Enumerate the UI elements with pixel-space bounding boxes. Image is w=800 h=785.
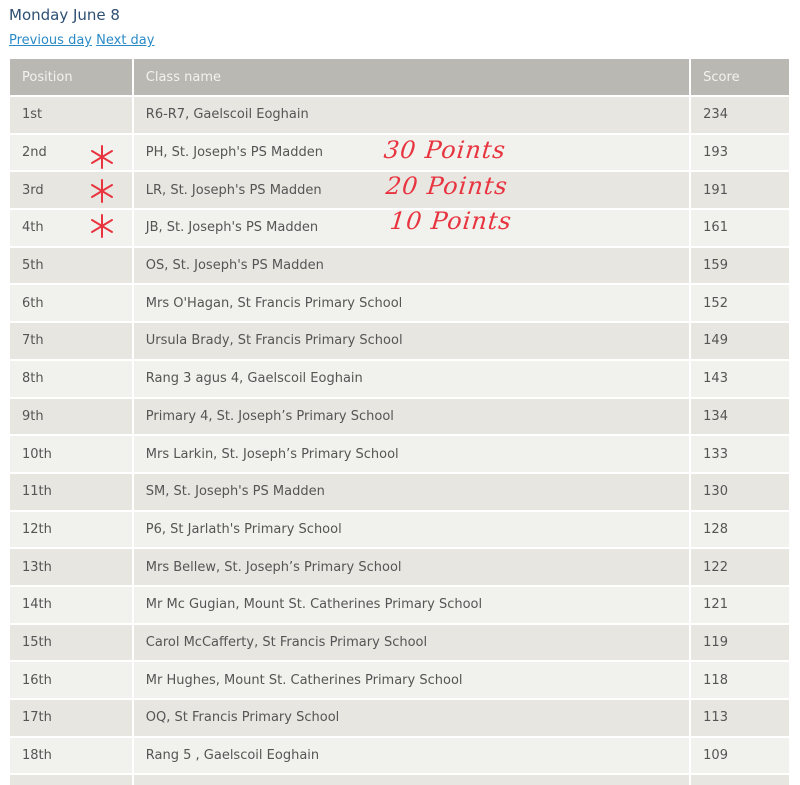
handwritten-annotation-20-points: 20 Points [384, 172, 510, 200]
asterisk-icon [91, 145, 113, 169]
table-row: 5th OS, St. Joseph's PS Madden 159 [10, 245, 789, 285]
cell-score: 121 [690, 584, 789, 624]
cell-position: 7th [10, 321, 134, 360]
cell-class-name: R6-R7, Gaelscoil Eoghain [132, 95, 692, 134]
cell-class-name: Mr Hughes, Mount St. Catherines Primary … [132, 660, 692, 699]
cell-position: 17th [10, 698, 134, 737]
leaderboard-table: Position Class name Score 1st R6-R7, Gael… [10, 59, 789, 785]
page-title: Monday June 8 [9, 6, 120, 24]
cell-score: 122 [690, 547, 789, 586]
cell-score: 133 [690, 434, 789, 473]
handwritten-annotation-30-points: 30 Points [382, 136, 508, 164]
cell-position: 19th [10, 773, 134, 785]
cell-score: 134 [690, 396, 789, 436]
cell-position: 9th [10, 396, 134, 436]
table-row: 11th SM, St. Joseph's PS Madden 130 [10, 471, 789, 511]
asterisk-icon [91, 214, 113, 238]
asterisk-icon [91, 179, 113, 203]
cell-class-name: Mrs Larkin, St. Joseph’s Primary School [132, 434, 692, 473]
day-navigation: Previous day Next day [9, 33, 154, 48]
cell-class-name: Mr Mc Gugian, Mount St. Catherines Prima… [132, 584, 692, 624]
cell-position: 6th [10, 283, 134, 323]
cell-position: 18th [10, 735, 134, 775]
table-row: 15th Carol McCafferty, St Francis Primary… [10, 622, 789, 662]
cell-score: 109 [690, 735, 789, 775]
table-row: 12th P6, St Jarlath's Primary School 128 [10, 509, 789, 549]
table-row: 16th Mr Hughes, Mount St. Catherines Prim… [10, 660, 789, 699]
handwritten-annotation-10-points: 10 Points [388, 207, 514, 235]
cell-score: 66 [690, 773, 789, 785]
cell-class-name: OS, St. Joseph's PS Madden [132, 245, 692, 285]
cell-score: 193 [690, 132, 789, 172]
cell-position: 10th [10, 434, 134, 473]
cell-score: 191 [690, 170, 789, 210]
table-row: 17th OQ, St Francis Primary School 113 [10, 698, 789, 737]
column-header-class-name[interactable]: Class name [132, 59, 692, 96]
table-row: 13th Mrs Bellew, St. Joseph’s Primary Sch… [10, 547, 789, 586]
cell-position: 11th [10, 471, 134, 511]
cell-score: 159 [690, 245, 789, 285]
cell-class-name: Ursula Brady, St Francis Primary School [132, 321, 692, 360]
cell-class-name: Carol McCafferty, St Francis Primary Sch… [132, 622, 692, 662]
cell-position: 14th [10, 584, 134, 624]
cell-class-name: Primary 4, St. Joseph’s Primary School [132, 396, 692, 436]
cell-class-name: Mrs Bellew, St. Joseph’s Primary School [132, 547, 692, 586]
cell-score: 113 [690, 698, 789, 737]
table-row: 18th Rang 5 , Gaelscoil Eoghain 109 [10, 735, 789, 775]
cell-score: 161 [690, 208, 789, 247]
table-row: 9th Primary 4, St. Joseph’s Primary Schoo… [10, 396, 789, 436]
cell-class-name: P6, St Jarlath's Primary School [132, 509, 692, 549]
cell-class-name: SM, St. Joseph's PS Madden [132, 471, 692, 511]
cell-position: 16th [10, 660, 134, 699]
cell-score: 152 [690, 283, 789, 323]
cell-position: 5th [10, 245, 134, 285]
table-row: 8th Rang 3 agus 4, Gaelscoil Eoghain 143 [10, 358, 789, 398]
cell-position: 15th [10, 622, 134, 662]
column-header-score[interactable]: Score [690, 59, 789, 96]
table-header-row: Position Class name Score [10, 59, 789, 96]
cell-score: 128 [690, 509, 789, 549]
cell-score: 119 [690, 622, 789, 662]
cell-class-name: Mrs O'Hagan, St Francis Primary School [132, 283, 692, 323]
previous-day-link[interactable]: Previous day [9, 33, 92, 48]
cell-position: 1st [10, 95, 134, 134]
cell-score: 149 [690, 321, 789, 360]
cell-score: 118 [690, 660, 789, 699]
table-row: 1st R6-R7, Gaelscoil Eoghain 234 [10, 95, 789, 134]
cell-position: 12th [10, 509, 134, 549]
cell-class-name: Rang 3 agus 4, Gaelscoil Eoghain [132, 358, 692, 398]
table-row: 19thMrs Mc Caul, Mount St. Catherines Pr… [10, 773, 789, 785]
table-row: 6th Mrs O'Hagan, St Francis Primary Schoo… [10, 283, 789, 323]
cell-position: 13th [10, 547, 134, 586]
next-day-link[interactable]: Next day [96, 33, 154, 48]
cell-score: 234 [690, 95, 789, 134]
table-row: 7th Ursula Brady, St Francis Primary Scho… [10, 321, 789, 360]
table-row: 14th Mr Mc Gugian, Mount St. Catherines P… [10, 584, 789, 624]
cell-score: 143 [690, 358, 789, 398]
table-row: 10th Mrs Larkin, St. Joseph’s Primary Sch… [10, 434, 789, 473]
cell-class-name: Mrs Mc Caul, Mount St. Catherines Primar… [132, 773, 692, 785]
cell-class-name: OQ, St Francis Primary School [132, 698, 692, 737]
leaderboard-page: Monday June 8 Previous day Next day Posi… [0, 0, 800, 785]
cell-score: 130 [690, 471, 789, 511]
cell-position: 8th [10, 358, 134, 398]
cell-class-name: Rang 5 , Gaelscoil Eoghain [132, 735, 692, 775]
column-header-position[interactable]: Position [10, 59, 134, 96]
